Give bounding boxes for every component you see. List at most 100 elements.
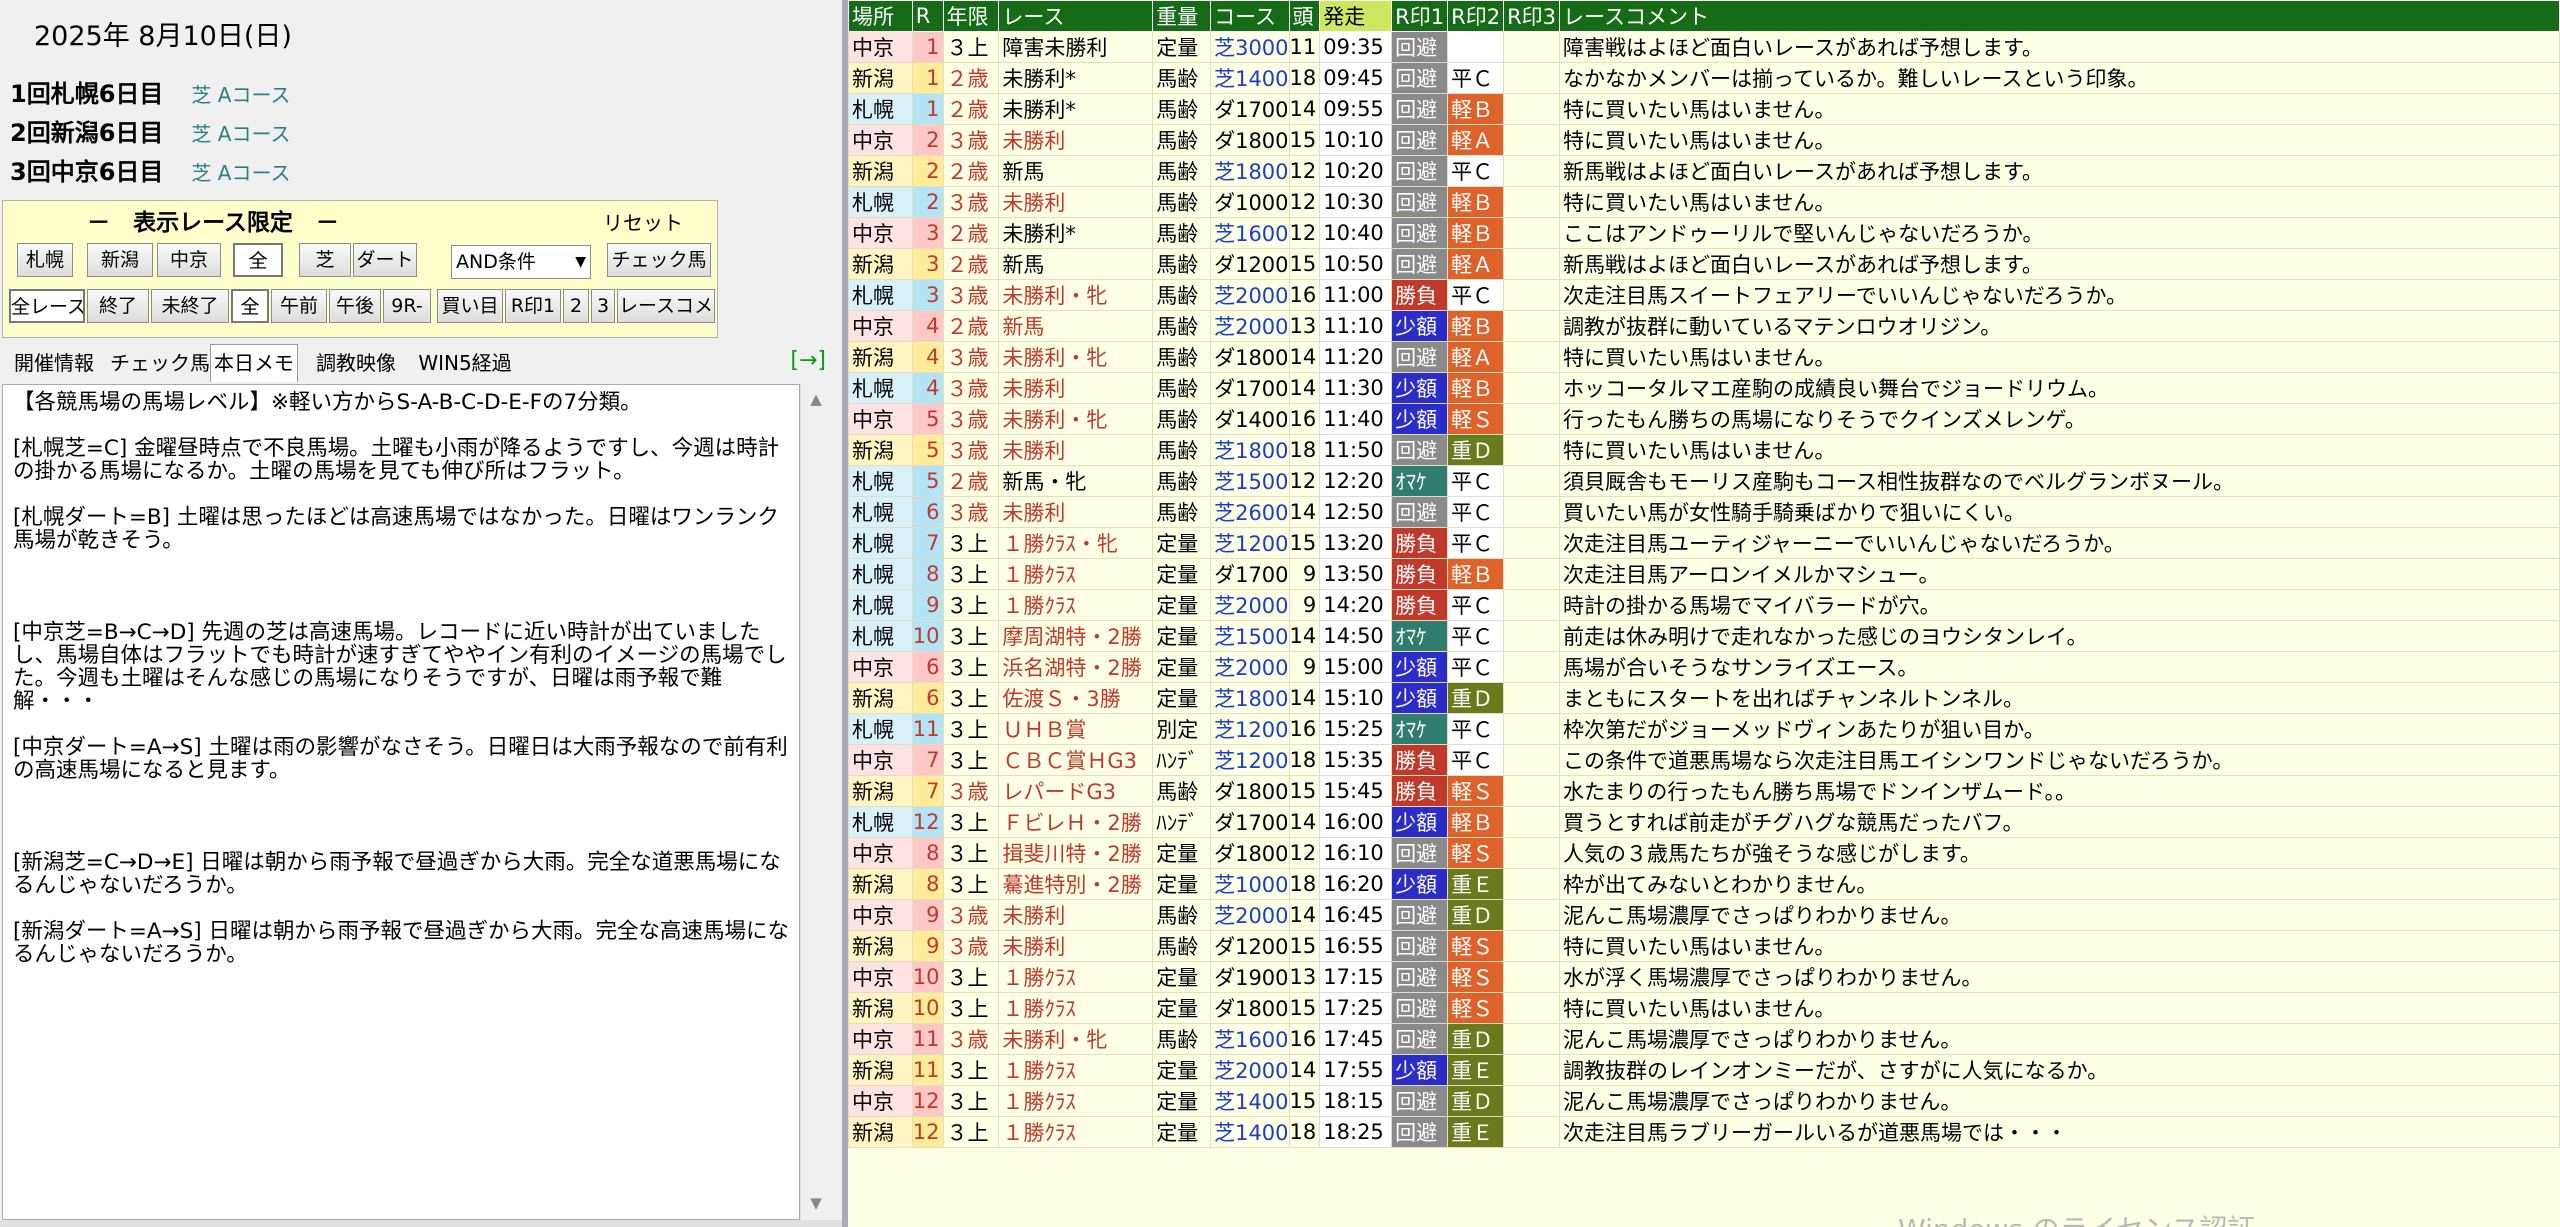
table-row[interactable]: 中京 12 ３上 １勝ｸﾗｽ 定量 芝1400 15 18:15 回避 重Ｄ 泥んこ馬場濃厚でさっぱ… xyxy=(848,1085,2560,1117)
rmark1-cell[interactable]: 少額 xyxy=(1391,372,1449,404)
rmark1-cell[interactable]: 少額 xyxy=(1391,651,1449,683)
comment-cell[interactable]: 次走注目馬ラブリーガールいるが道悪馬場では・・・ xyxy=(1559,1116,2560,1148)
rmark1-cell[interactable]: 勝負 xyxy=(1391,589,1449,621)
comment-cell[interactable]: 特に買いたい馬はいません。 xyxy=(1559,186,2560,218)
rmark1-cell[interactable]: 回避 xyxy=(1391,1116,1449,1148)
rmark2-button[interactable]: 2 xyxy=(563,289,589,323)
table-row[interactable]: 中京 4 ２歳 新馬 馬齢 芝2000 13 11:10 少額 軽Ｂ 調教が抜群に動いているマテンロ… xyxy=(848,310,2560,342)
resize-grip[interactable] xyxy=(0,1220,842,1227)
column-header[interactable]: 発走 xyxy=(1319,0,1393,32)
meeting-item[interactable]: 1回札幌6日目 芝 Aコース xyxy=(10,74,290,109)
surface-button[interactable]: 芝 xyxy=(299,243,351,277)
comment-cell[interactable]: 時計の掛かる馬場でマイバラードが穴。 xyxy=(1559,589,2560,621)
table-row[interactable]: 中京 8 ３上 揖斐川特・2勝 定量 ダ1800 12 16:10 回避 軽Ｓ 人気の３歳馬たちが強… xyxy=(848,837,2560,869)
rmark1-cell[interactable]: 回避 xyxy=(1391,961,1449,993)
table-row[interactable]: 新潟 7 ３歳 レパードG3 馬齢 ダ1800 15 15:45 勝負 軽Ｓ 水たまりの行ったもん勝… xyxy=(848,775,2560,807)
comment-cell[interactable]: 特に買いたい馬はいません。 xyxy=(1559,93,2560,125)
table-row[interactable]: 中京 1 ３上 障害未勝利 定量 芝3000 11 09:35 回避 障害戦はよほど面白いレースが… xyxy=(848,31,2560,63)
rmark1-cell[interactable]: 少額 xyxy=(1391,682,1449,714)
comment-cell[interactable]: 人気の３歳馬たちが強そうな感じがします。 xyxy=(1559,837,2560,869)
comment-cell[interactable]: 特に買いたい馬はいません。 xyxy=(1559,930,2560,962)
column-header[interactable]: レースコメント xyxy=(1559,0,2560,32)
column-header[interactable]: 年限 xyxy=(942,0,1000,32)
table-row[interactable]: 札幌 6 ３歳 未勝利 馬齢 芝2600 14 12:50 回避 平Ｃ 買いたい馬が女性騎手騎乗ばか… xyxy=(848,496,2560,528)
comment-cell[interactable]: 次走注目馬ユーティジャーニーでいいんじゃないだろうか。 xyxy=(1559,527,2560,559)
race9-button[interactable]: 9R- xyxy=(383,289,431,323)
rmark1-cell[interactable]: 少額 xyxy=(1391,403,1449,435)
comment-cell[interactable]: 次走注目馬アーロンイメルかマシュー。 xyxy=(1559,558,2560,590)
rmark1-cell[interactable]: ｵﾏｹ xyxy=(1391,713,1449,745)
rmark1-cell[interactable]: 勝負 xyxy=(1391,558,1449,590)
rmark1-cell[interactable]: 勝負 xyxy=(1391,279,1449,311)
rmark1-cell[interactable]: 回避 xyxy=(1391,186,1449,218)
track-button[interactable]: 新潟 xyxy=(87,243,153,277)
table-row[interactable]: 中京 3 ２歳 未勝利* 馬齢 芝1600 12 10:40 回避 軽Ｂ ここはアンドゥーリルで堅い… xyxy=(848,217,2560,249)
scroll-down-icon[interactable]: ▼ xyxy=(801,1194,831,1212)
tab-3[interactable]: 調教映像 xyxy=(308,347,404,379)
table-row[interactable]: 札幌 7 ３上 １勝ｸﾗｽ・牝 定量 芝1200 15 13:20 勝負 平Ｃ 次走注目馬ユーティジ… xyxy=(848,527,2560,559)
condition-select[interactable]: AND条件 ▼ xyxy=(451,245,591,279)
comment-cell[interactable]: 新馬戦はよほど面白いレースがあれば予想します。 xyxy=(1559,155,2560,187)
rmark1-cell[interactable]: 回避 xyxy=(1391,248,1449,280)
table-row[interactable]: 札幌 5 ２歳 新馬・牝 馬齢 芝1500 12 12:20 ｵﾏｹ 平Ｃ 須貝厩舎もモーリス産駒も… xyxy=(848,465,2560,497)
table-row[interactable]: 札幌 11 ３上 ＵＨＢ賞 別定 芝1200 16 15:25 ｵﾏｹ 平Ｃ 枠次第だがジョーメッド… xyxy=(848,713,2560,745)
table-row[interactable]: 中京 7 ３上 ＣＢＣ賞ＨG3 ﾊﾝﾃﾞ 芝1200 18 15:35 勝負 平Ｃ この条件で道悪馬… xyxy=(848,744,2560,776)
expand-arrow-icon[interactable]: [→] xyxy=(790,348,826,373)
comment-cell[interactable]: 泥んこ馬場濃厚でさっぱりわかりません。 xyxy=(1559,899,2560,931)
rmark1-cell[interactable]: 回避 xyxy=(1391,930,1449,962)
table-row[interactable]: 中京 10 ３上 １勝ｸﾗｽ 定量 ダ1900 13 17:15 回避 軽Ｓ 水が浮く馬場濃厚でさっ… xyxy=(848,961,2560,993)
rmark1-cell[interactable]: 勝負 xyxy=(1391,744,1449,776)
unfinished-button[interactable]: 未終了 xyxy=(151,289,229,323)
meeting-item[interactable]: 3回中京6日目 芝 Aコース xyxy=(10,152,290,187)
rmark1-cell[interactable]: 回避 xyxy=(1391,992,1449,1024)
comment-cell[interactable]: 次走注目馬スイートフェアリーでいいんじゃないだろうか。 xyxy=(1559,279,2560,311)
afternoon-button[interactable]: 午後 xyxy=(329,289,381,323)
comment-cell[interactable]: ホッコータルマエ産駒の成績良い舞台でジョードリウム。 xyxy=(1559,372,2560,404)
column-header[interactable]: レース xyxy=(998,0,1154,32)
rmark1-button[interactable]: R印1 xyxy=(505,289,561,323)
finished-button[interactable]: 終了 xyxy=(87,289,149,323)
table-row[interactable]: 新潟 8 ３上 驀進特別・2勝 定量 芝1000 18 16:20 少額 重Ｅ 枠が出てみないとわか… xyxy=(848,868,2560,900)
all-time-button[interactable]: 全 xyxy=(231,289,269,323)
table-row[interactable]: 新潟 9 ３歳 未勝利 馬齢 ダ1200 15 16:55 回避 軽Ｓ 特に買いたい馬はいません。 xyxy=(848,930,2560,962)
table-row[interactable]: 新潟 5 ３歳 未勝利 馬齢 芝1800 18 11:50 回避 重Ｄ 特に買いたい馬はいません。 xyxy=(848,434,2560,466)
column-header[interactable]: R印3 xyxy=(1503,0,1561,32)
rmark1-cell[interactable]: 回避 xyxy=(1391,837,1449,869)
comment-cell[interactable]: 須貝厩舎もモーリス産駒もコース相性抜群なのでベルグランボヌール。 xyxy=(1559,465,2560,497)
comment-cell[interactable]: 調教が抜群に動いているマテンロウオリジン。 xyxy=(1559,310,2560,342)
rmark1-cell[interactable]: 回避 xyxy=(1391,62,1449,94)
tab-1[interactable]: チェック馬 xyxy=(110,347,210,379)
rmark1-cell[interactable]: 回避 xyxy=(1391,93,1449,125)
comment-cell[interactable]: 枠が出てみないとわかりません。 xyxy=(1559,868,2560,900)
rmark1-cell[interactable]: 回避 xyxy=(1391,496,1449,528)
table-row[interactable]: 新潟 2 ２歳 新馬 馬齢 芝1800 12 10:20 回避 平Ｃ 新馬戦はよほど面白いレースがあ… xyxy=(848,155,2560,187)
rmark1-cell[interactable]: 勝負 xyxy=(1391,775,1449,807)
memo-scrollbar[interactable]: ▲ ▼ xyxy=(800,384,830,1220)
tab-4[interactable]: WIN5経過 xyxy=(412,347,518,379)
reset-button[interactable]: リセット xyxy=(603,207,683,236)
rmark1-cell[interactable]: 少額 xyxy=(1391,1054,1449,1086)
track-button[interactable]: 中京 xyxy=(157,243,221,277)
rmark1-cell[interactable]: 回避 xyxy=(1391,899,1449,931)
comment-cell[interactable]: 特に買いたい馬はいません。 xyxy=(1559,434,2560,466)
comment-cell[interactable]: 特に買いたい馬はいません。 xyxy=(1559,341,2560,373)
comment-cell[interactable]: 枠次第だがジョーメッドヴィンあたりが狙い目か。 xyxy=(1559,713,2560,745)
table-row[interactable]: 札幌 10 ３上 摩周湖特・2勝 定量 芝1500 14 14:50 ｵﾏｹ 平Ｃ 前走は休み明けで… xyxy=(848,620,2560,652)
tab-0[interactable]: 開催情報 xyxy=(4,347,104,379)
comment-cell[interactable]: 前走は休み明けで走れなかった感じのヨウシタンレイ。 xyxy=(1559,620,2560,652)
table-row[interactable]: 札幌 2 ３歳 未勝利 馬齢 ダ1000 12 10:30 回避 軽Ｂ 特に買いたい馬はいません。 xyxy=(848,186,2560,218)
table-row[interactable]: 中京 9 ３歳 未勝利 馬齢 芝2000 14 16:45 回避 重Ｄ 泥んこ馬場濃厚でさっぱりわか… xyxy=(848,899,2560,931)
table-row[interactable]: 札幌 1 ２歳 未勝利* 馬齢 ダ1700 14 09:55 回避 軽Ｂ 特に買いたい馬はいません。 xyxy=(848,93,2560,125)
rmark1-cell[interactable]: 少額 xyxy=(1391,868,1449,900)
comment-cell[interactable]: なかなかメンバーは揃っているか。難しいレースという印象。 xyxy=(1559,62,2560,94)
table-row[interactable]: 札幌 8 ３上 １勝ｸﾗｽ 定量 ダ1700 9 13:50 勝負 軽Ｂ 次走注目馬アーロンイメルか… xyxy=(848,558,2560,590)
table-row[interactable]: 中京 5 ３歳 未勝利・牝 馬齢 ダ1400 16 11:40 少額 軽Ｓ 行ったもん勝ちの馬場にな… xyxy=(848,403,2560,435)
comment-cell[interactable]: まともにスタートを出ればチャンネルトンネル。 xyxy=(1559,682,2560,714)
memo-text-area[interactable]: 【各競馬場の馬場レベル】※軽い方からS-A-B-C-D-E-Fの7分類。 [札幌… xyxy=(2,384,800,1220)
comment-cell[interactable]: ここはアンドゥーリルで堅いんじゃないだろうか。 xyxy=(1559,217,2560,249)
comment-cell[interactable]: 水たまりの行ったもん勝ち馬場でドンインザムード。。 xyxy=(1559,775,2560,807)
comment-cell[interactable]: 特に買いたい馬はいません。 xyxy=(1559,124,2560,156)
meeting-item[interactable]: 2回新潟6日目 芝 Aコース xyxy=(10,113,290,148)
column-header[interactable]: 重量 xyxy=(1152,0,1212,32)
comment-cell[interactable]: 障害戦はよほど面白いレースがあれば予想します。 xyxy=(1559,31,2560,63)
